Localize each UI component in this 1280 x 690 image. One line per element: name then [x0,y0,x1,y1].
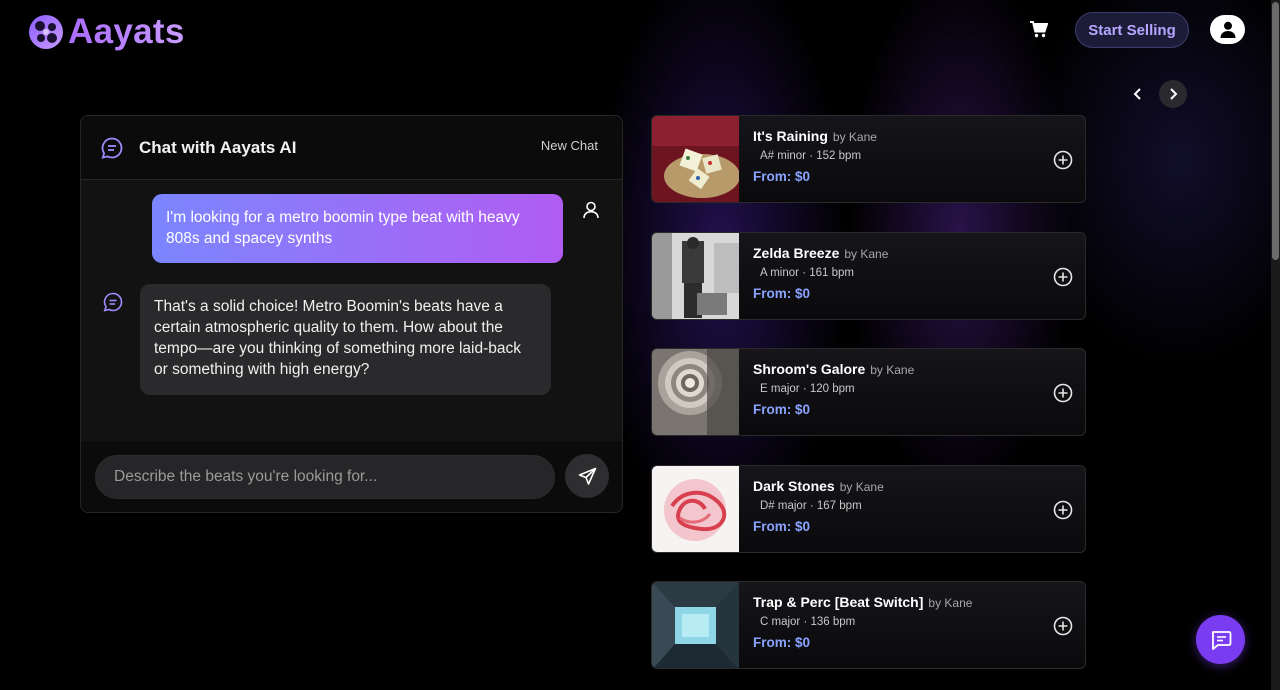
beat-price: From: $0 [753,402,811,417]
user-message: I'm looking for a metro boomin type beat… [152,194,563,263]
beat-price: From: $0 [753,169,811,184]
beat-artist[interactable]: by Kane [840,480,884,494]
beat-key: A minor [760,267,799,279]
brand-name: Aayats [68,12,185,51]
chat-bubble-icon [1211,630,1231,650]
beat-card[interactable]: Trap & Perc [Beat Switch] by Kane C major… [651,581,1086,669]
page-scrollbar[interactable] [1271,0,1280,690]
beat-thumbnail [652,466,739,552]
chat-input-area [81,441,622,512]
beat-title[interactable]: Zelda Breeze [753,245,839,261]
beat-bpm: 167 bpm [816,500,862,512]
beat-card[interactable]: Zelda Breeze by Kane A minor · 161 bpm Fr… [651,232,1086,320]
chat-messages: I'm looking for a metro boomin type beat… [81,180,622,441]
carousel-prev-button[interactable] [1124,80,1152,108]
beat-card[interactable]: Shroom's Galore by Kane E major · 120 bpm… [651,348,1086,436]
beat-thumbnail [652,116,739,202]
beat-title[interactable]: Dark Stones [753,478,835,494]
assistant-message: That's a solid choice! Metro Boomin's be… [140,284,551,395]
beat-price: From: $0 [753,519,811,534]
beat-title[interactable]: It's Raining [753,128,828,144]
beat-title[interactable]: Trap & Perc [Beat Switch] [753,594,923,610]
beat-price: From: $0 [753,286,811,301]
beat-info: It's Raining by Kane A# minor · 152 bpm F… [753,128,877,184]
start-selling-button[interactable]: Start Selling [1075,12,1189,48]
chat-bubble-icon [101,137,123,159]
chat-header: Chat with Aayats AI New Chat [81,116,622,180]
brand-logo[interactable]: Aayats [28,12,185,52]
beat-artist[interactable]: by Kane [833,130,877,144]
beat-price: From: $0 [753,635,811,650]
logo-icon [29,15,63,49]
beat-thumbnail [652,233,739,319]
new-chat-button[interactable]: New Chat [541,138,598,153]
chat-title: Chat with Aayats AI [139,137,297,157]
add-to-cart-icon[interactable] [1053,150,1073,170]
beat-card[interactable]: Dark Stones by Kane D# major · 167 bpm Fr… [651,465,1086,553]
carousel-next-button[interactable] [1159,80,1187,108]
add-to-cart-icon[interactable] [1053,500,1073,520]
beat-artist[interactable]: by Kane [928,596,972,610]
chevron-left-icon [1133,88,1141,100]
chat-input[interactable] [95,455,555,499]
beat-info: Zelda Breeze by Kane A minor · 161 bpm Fr… [753,245,889,301]
beat-thumbnail [652,582,739,668]
floating-chat-button[interactable] [1196,615,1245,664]
beat-thumbnail [652,349,739,435]
chat-panel: Chat with Aayats AI New Chat I'm looking… [80,115,623,513]
beat-bpm: 120 bpm [809,383,855,395]
beat-info: Shroom's Galore by Kane E major · 120 bpm… [753,361,915,417]
user-avatar-icon [583,201,599,219]
add-to-cart-icon[interactable] [1053,383,1073,403]
beat-key: C major [760,616,801,628]
add-to-cart-icon[interactable] [1053,267,1073,287]
user-icon [1220,21,1235,38]
send-button[interactable] [565,454,609,498]
assistant-avatar-icon [103,292,123,312]
beat-artist[interactable]: by Kane [870,363,914,377]
beat-key: A# minor [760,150,807,162]
beat-key: D# major [760,500,807,512]
beat-bpm: 161 bpm [809,267,854,279]
beat-bpm: 152 bpm [816,150,862,162]
send-icon [578,467,596,485]
beat-info: Dark Stones by Kane D# major · 167 bpm Fr… [753,478,884,534]
beat-key: E major [760,383,800,395]
beat-title[interactable]: Shroom's Galore [753,361,865,377]
chevron-right-icon [1170,88,1178,100]
scrollbar-thumb[interactable] [1272,2,1279,260]
beat-artist[interactable]: by Kane [844,247,888,261]
beat-info: Trap & Perc [Beat Switch] by Kane C major… [753,594,973,650]
cart-icon [1030,20,1048,37]
account-button[interactable] [1210,15,1245,44]
beat-bpm: 136 bpm [810,616,856,628]
beat-card[interactable]: It's Raining by Kane A# minor · 152 bpm F… [651,115,1086,203]
cart-button[interactable] [1022,12,1056,46]
add-to-cart-icon[interactable] [1053,616,1073,636]
